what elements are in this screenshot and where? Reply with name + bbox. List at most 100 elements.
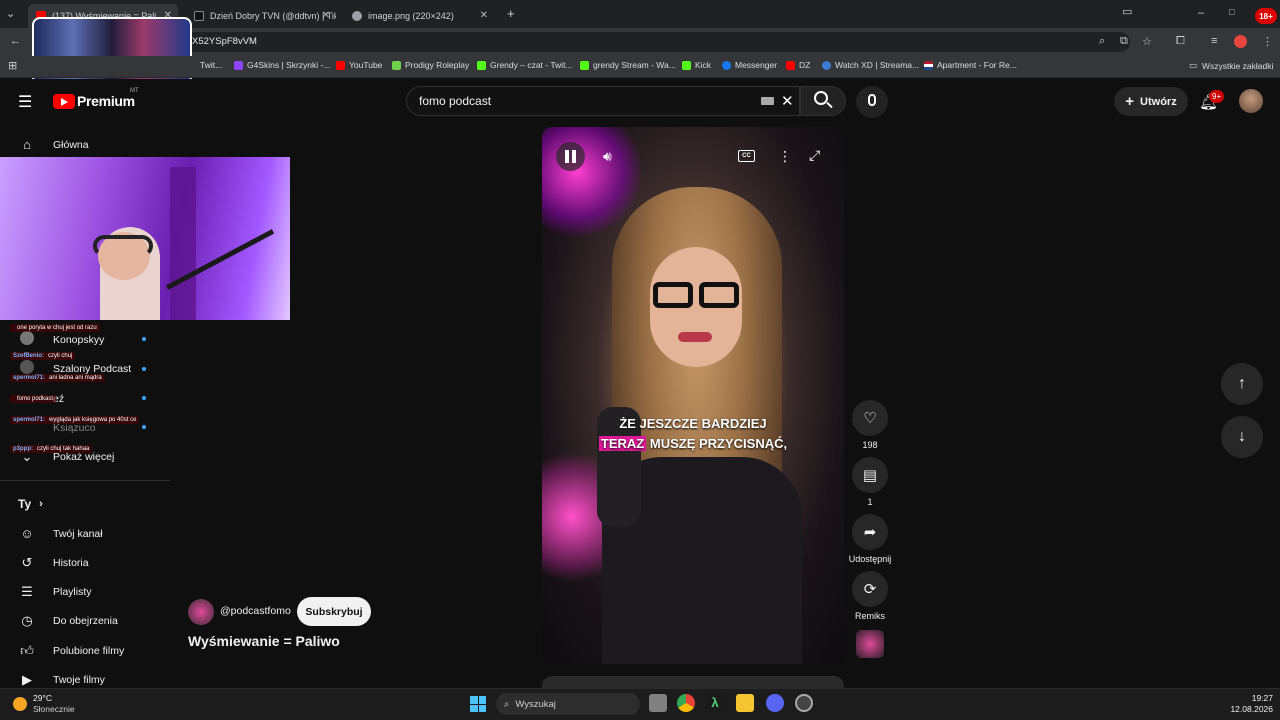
channel-handle[interactable]: @podcastfomo [220, 605, 291, 617]
sidebar-you-header[interactable]: Ty › [18, 497, 43, 511]
bookmark[interactable]: Twit... [200, 60, 222, 70]
bookmark-label: Apartment - For Re... [937, 60, 1017, 70]
windows-start-icon[interactable] [470, 696, 486, 712]
install-icon[interactable]: ⧉ [1120, 35, 1128, 48]
chat-message: spermol71: ani ładna ani mądra [10, 374, 105, 382]
bookmark[interactable]: Messenger [722, 60, 777, 70]
taskbar-search[interactable]: ⌕ Wyszukaj [496, 693, 640, 715]
back-button[interactable]: ← [10, 35, 21, 47]
sidebar-item-liked[interactable]: 👍︎ Polubione filmy [0, 636, 170, 665]
sidebar-item-channel[interactable]: ☺ Twój kanał [0, 519, 170, 548]
steam-icon[interactable] [795, 694, 813, 712]
bookmark[interactable]: YouTube [336, 60, 382, 70]
keyboard-icon[interactable] [761, 97, 774, 105]
sun-icon[interactable] [13, 697, 27, 711]
arrow-down-icon: ↓ [1238, 428, 1246, 445]
next-short-button[interactable]: ↓ [1221, 416, 1263, 458]
bookmark-label: G4Skins | Skrzynki -... [247, 60, 331, 70]
pause-button[interactable] [556, 142, 585, 171]
captions-icon[interactable]: CC [738, 150, 755, 162]
close-tab-icon[interactable]: ✕ [480, 10, 488, 21]
remix-icon: ⟳ [863, 581, 877, 598]
channel-avatar-icon [17, 331, 37, 348]
prodigy-icon [392, 60, 401, 70]
maximize-button[interactable]: □ [1229, 7, 1234, 17]
volume-icon[interactable]: 🔊︎ [603, 148, 612, 165]
you-header-label: Ty [18, 497, 32, 511]
new-tab-button[interactable]: + [507, 6, 515, 21]
chrome-icon[interactable] [677, 694, 695, 712]
avatar[interactable] [1239, 89, 1263, 113]
discord-icon[interactable] [766, 694, 784, 712]
omnibox[interactable] [180, 32, 1130, 52]
chat-message: p3ppp: czyli chuj tak hahaa [10, 445, 93, 453]
more-options-icon[interactable]: ⋮ [778, 148, 792, 165]
create-button[interactable]: + Utwórz [1114, 87, 1188, 116]
sidebar-item-label: Twoje filmy [53, 673, 105, 686]
taskbar-search-label: Wyszukaj [515, 698, 556, 710]
bookmark[interactable]: Grendy – czat - Twit... [477, 60, 573, 70]
taskbar-date[interactable]: 12.08.2026 [1223, 704, 1273, 714]
bookmark[interactable]: Kick [682, 60, 711, 70]
sidebar-item-label: Twój kanał [53, 527, 103, 540]
bookmark[interactable]: G4Skins | Skrzynki -... [234, 60, 330, 70]
app-icon[interactable]: λ [706, 694, 724, 712]
next-video-peek[interactable] [542, 676, 844, 688]
thumb-up-icon: 👍︎ [20, 642, 34, 658]
tab-image[interactable]: image.png (220×242) ✕ [344, 4, 494, 28]
hamburger-menu-icon[interactable]: ☰ [18, 92, 32, 112]
media-icon[interactable]: ≡ [1211, 35, 1217, 47]
sidebar-item-home[interactable]: ⌂ Główna [0, 130, 170, 159]
profile-icon[interactable] [1234, 35, 1247, 48]
search-input[interactable]: fomo podcast [419, 94, 491, 108]
bookmark-label: DZ [799, 60, 811, 70]
star-icon[interactable]: ☆ [1142, 35, 1152, 48]
chat-text: one poryta w chuj jest od razu [17, 325, 97, 331]
tab-search-icon[interactable]: ⌄ [6, 7, 15, 20]
subscription-label: Szalony Podcast [53, 362, 132, 375]
remix-button[interactable]: ⟳ [852, 571, 888, 607]
close-tab-icon[interactable]: ✕ [322, 10, 330, 21]
like-button[interactable]: ♡ [852, 400, 888, 436]
task-view-icon[interactable] [649, 694, 667, 712]
apps-icon[interactable]: ⊞ [8, 59, 17, 72]
sidebar-item-watch-later[interactable]: ◷ Do obejrzenia [0, 606, 170, 635]
zoom-icon[interactable]: ⌕ [1099, 35, 1105, 48]
tab-tiktok[interactable]: Dzień Dobry TVN (@ddtvn) | Tik ✕ [186, 4, 336, 28]
channel-avatar[interactable] [188, 599, 214, 625]
chat-user: spermol71: [13, 417, 46, 423]
plus-icon: + [1125, 93, 1135, 110]
bookmark[interactable]: grendy Stream - Wa... [580, 60, 676, 70]
bookmark[interactable]: Apartment - For Re... [924, 60, 1017, 70]
sidebar-item-playlists[interactable]: ☰ Playlisty [0, 577, 170, 606]
sidebar-item-history[interactable]: ↺ Historia [0, 548, 170, 577]
bookmark[interactable]: Prodigy Roleplay [392, 60, 469, 70]
share-button[interactable]: ➦ [852, 514, 888, 550]
tab-title: image.png (220×242) [368, 11, 454, 21]
weather-temp[interactable]: 29°C [33, 693, 52, 703]
menu-icon[interactable]: ⋮ [1262, 35, 1273, 48]
previous-short-button[interactable]: ↑ [1221, 363, 1263, 405]
bookmark-label: Messenger [735, 60, 778, 70]
youtube-logo-icon[interactable] [53, 94, 75, 109]
sidebar-item-label: Do obejrzenia [53, 614, 118, 627]
flag-icon [924, 60, 933, 70]
bookmark[interactable]: Watch XD | Streama... [822, 60, 919, 70]
bookmark[interactable]: DZ [786, 60, 810, 70]
extensions-icon[interactable]: ⧠ [1176, 35, 1185, 48]
file-explorer-icon[interactable] [736, 694, 754, 712]
clear-search-icon[interactable]: ✕ [781, 92, 794, 110]
taskbar-time[interactable]: 19:27 [1233, 693, 1273, 703]
subscribe-button[interactable]: Subskrybuj [297, 597, 371, 626]
minimize-button[interactable]: – [1198, 7, 1204, 19]
shorts-video-player[interactable] [542, 127, 844, 664]
cast-icon[interactable]: ▭ [1122, 5, 1132, 18]
premium-logo-text[interactable]: Premium [77, 93, 135, 109]
audio-thumbnail[interactable] [856, 630, 884, 658]
tiktok-favicon-icon [194, 11, 204, 21]
all-bookmarks[interactable]: ▭ Wszystkie zakładki [1189, 60, 1273, 71]
fullscreen-icon[interactable]: ⤢ [809, 147, 820, 164]
create-label: Utwórz [1140, 95, 1177, 108]
comments-button[interactable]: ▤ [852, 457, 888, 493]
sidebar-item-label: Główna [53, 138, 89, 151]
